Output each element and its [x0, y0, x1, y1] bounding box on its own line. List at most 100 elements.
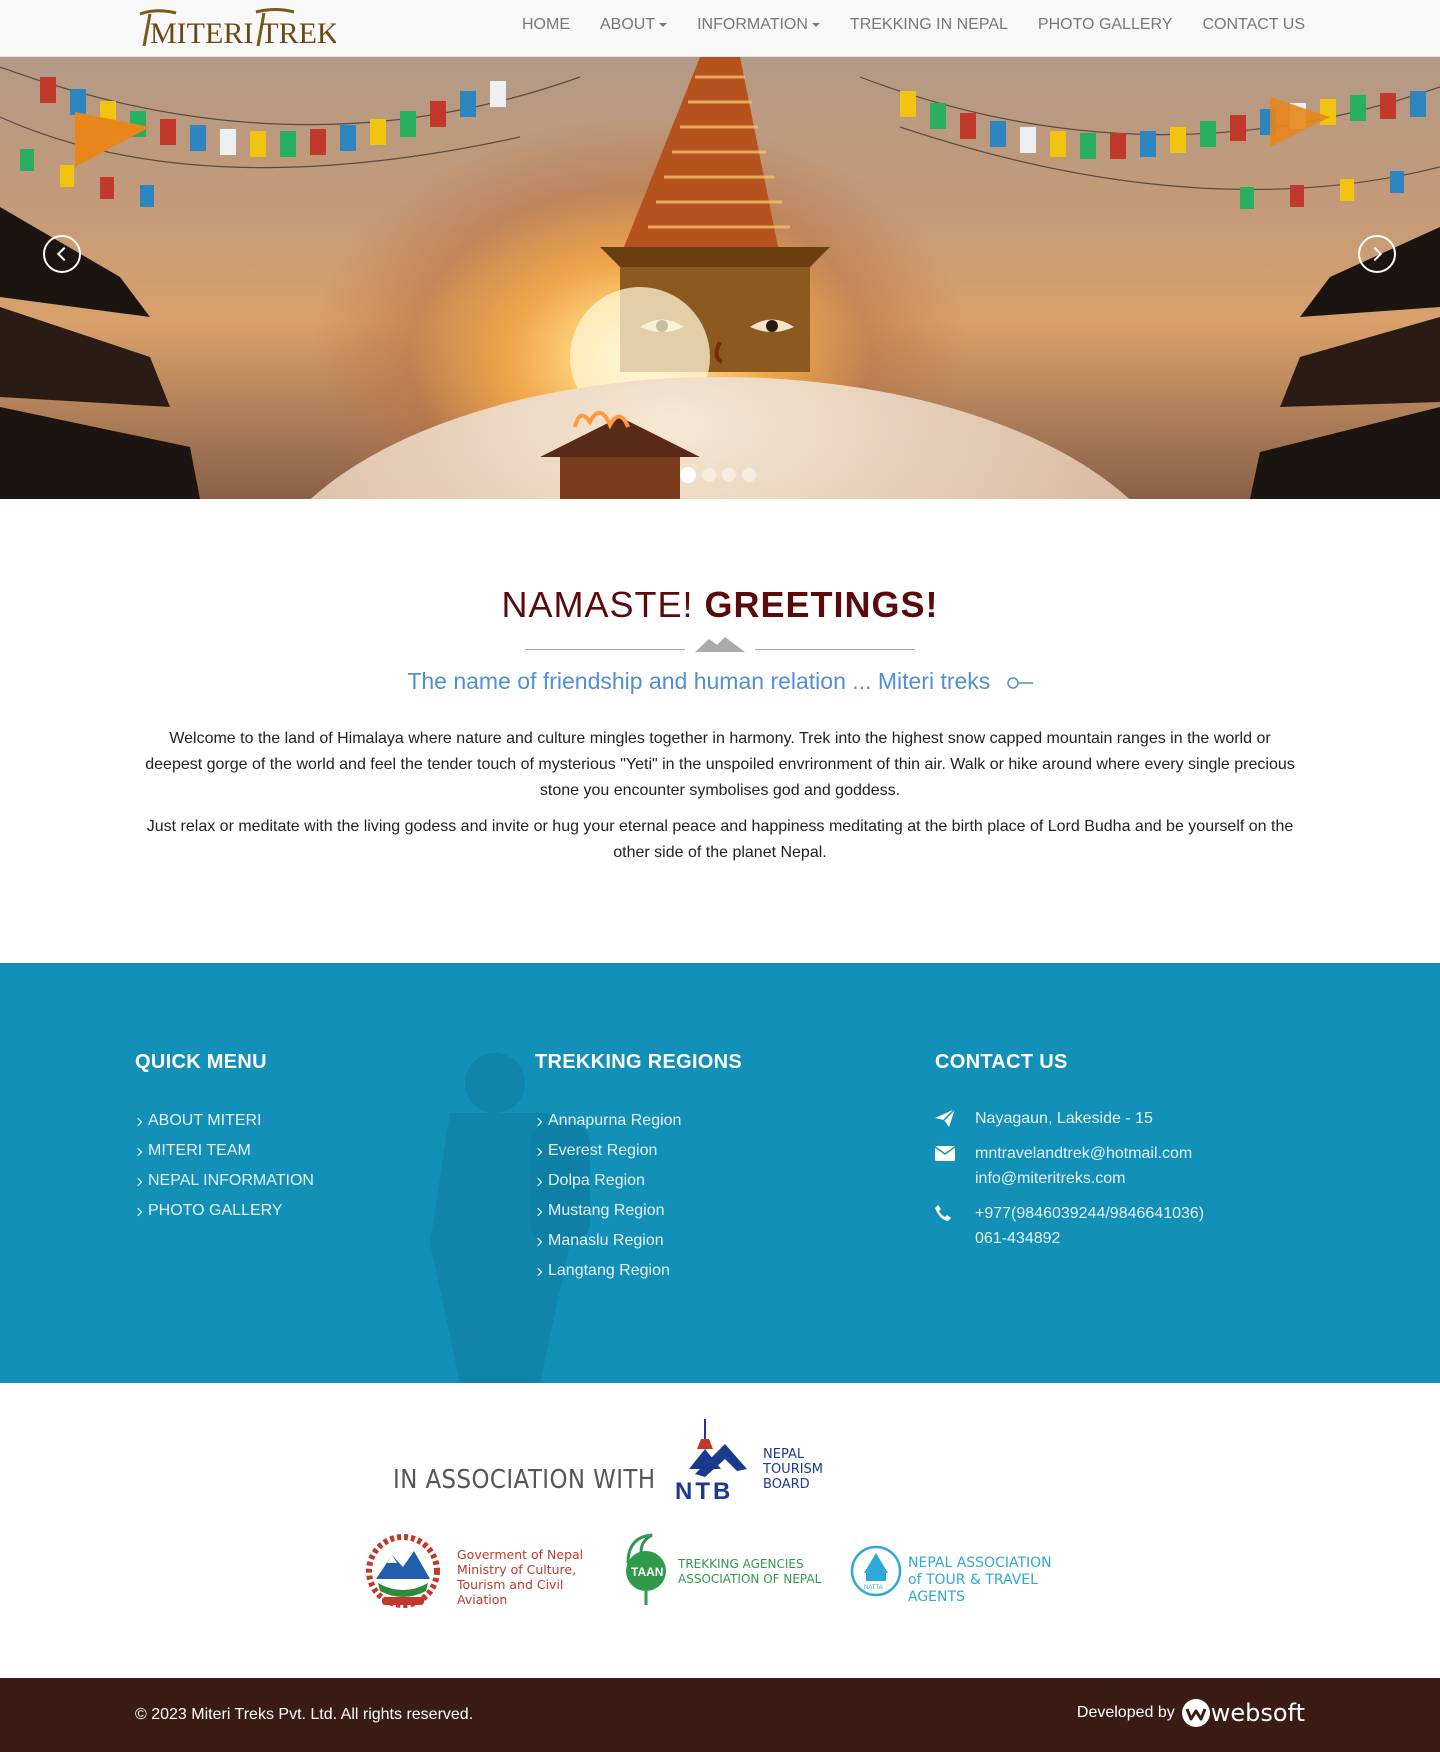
carousel-dot-2[interactable]	[702, 468, 716, 482]
logo-text: MITERI TREKS	[150, 17, 336, 50]
address-text: Nayagaun, Lakeside - 15	[975, 1110, 1153, 1127]
carousel-dot-1[interactable]	[680, 467, 696, 483]
region-link-manaslu[interactable]: Manaslu Region	[535, 1226, 742, 1256]
natta-caption: NEPAL ASSOCIATION of TOUR & TRAVEL AGENT…	[908, 1555, 1095, 1606]
phone-icon	[935, 1205, 951, 1221]
taan-emblem-icon: TAAN	[626, 1533, 666, 1605]
nav-trekking-in-nepal[interactable]: TREKKING IN NEPAL	[835, 0, 1023, 50]
association-title: IN ASSOCIATION WITH	[393, 1465, 656, 1495]
quick-link-nepal-info[interactable]: NEPAL INFORMATION	[135, 1166, 314, 1196]
welcome-title: NAMASTE! GREETINGS!	[135, 580, 1305, 630]
websoft-brand-text: websoft	[1210, 1699, 1305, 1727]
contact-title: CONTACT US	[935, 1051, 1068, 1073]
welcome-tagline: The name of friendship and human relatio…	[135, 666, 1305, 696]
taan-line-1: TREKKING AGENCIES	[678, 1557, 804, 1571]
nav-trekking-label: TREKKING IN NEPAL	[849, 16, 1008, 33]
nav-photo-gallery[interactable]: PHOTO GALLERY	[1023, 0, 1188, 50]
trekker-cursor-icon	[1006, 677, 1033, 689]
ntb-letters: NTB	[675, 1478, 733, 1501]
region-link-annapurna[interactable]: Annapurna Region	[535, 1106, 742, 1136]
regions-list: Annapurna Region Everest Region Dolpa Re…	[535, 1106, 742, 1286]
government-logo[interactable]: Goverment of Nepal Ministry of Culture, …	[362, 1533, 607, 1609]
divider-line-left	[525, 649, 685, 650]
websoft-logo-icon	[1181, 1699, 1210, 1727]
nav-contact-label: CONTACT US	[1202, 16, 1305, 33]
main-nav: HOME ABOUT INFORMATION TREKKING IN NEPAL…	[507, 0, 1305, 50]
nav-information[interactable]: INFORMATION	[682, 0, 835, 50]
contact-email: mntravelandtrek@hotmail.com info@miterit…	[935, 1141, 1204, 1191]
natta-line-2: of TOUR & TRAVEL AGENTS	[908, 1572, 1038, 1605]
trekking-regions-title: TREKKING REGIONS	[535, 1051, 743, 1073]
developer-credit: Developed by websoft	[1077, 1698, 1305, 1728]
region-link-langtang[interactable]: Langtang Region	[535, 1256, 742, 1286]
carousel-prev-button[interactable]	[43, 235, 81, 273]
phone-number-2[interactable]: 061-434892	[975, 1226, 1204, 1251]
intro-paragraph-1: Welcome to the land of Himalaya where na…	[145, 730, 1295, 799]
carousel-dot-3[interactable]	[722, 468, 736, 482]
nav-about-label: ABOUT	[599, 16, 656, 33]
websoft-link[interactable]: websoft	[1181, 1698, 1305, 1728]
chevron-left-icon	[56, 246, 72, 262]
nav-gallery-label: PHOTO GALLERY	[1037, 16, 1173, 33]
natta-emblem-icon: NATTA	[850, 1545, 902, 1597]
carousel-next-button[interactable]	[1358, 235, 1396, 273]
navbar: MITERI TREKS HOME ABOUT INFORMATION TREK…	[0, 0, 1440, 57]
quick-link-team[interactable]: MITERI TEAM	[135, 1136, 314, 1166]
intro-paragraph-2: Just relax or meditate with the living g…	[146, 818, 1294, 861]
email-link-2[interactable]: info@miteritreks.com	[975, 1166, 1192, 1191]
nav-about[interactable]: ABOUT	[585, 0, 682, 50]
ntb-line-2: TOURISM	[763, 1462, 824, 1477]
ntb-caption: NEPAL TOURISM BOARD	[763, 1447, 823, 1492]
chevron-right-icon	[1367, 246, 1383, 262]
developed-by-label: Developed by	[1076, 1704, 1175, 1721]
taan-caption: TREKKING AGENCIES ASSOCIATION OF NEPAL	[678, 1557, 821, 1587]
gov-line-1: Goverment of Nepal	[457, 1547, 584, 1562]
quick-menu-title: QUICK MENU	[135, 1051, 267, 1073]
quick-menu-list: ABOUT MITERI MITERI TEAM NEPAL INFORMATI…	[135, 1106, 314, 1226]
association-section: IN ASSOCIATION WITH NTB NEPAL TOURISM BO…	[0, 1383, 1440, 1678]
welcome-section: NAMASTE! GREETINGS! The name of friendsh…	[135, 580, 1305, 876]
nav-home-label: HOME	[521, 16, 570, 33]
contact-address: Nayagaun, Lakeside - 15	[935, 1106, 1204, 1131]
email-link-1[interactable]: mntravelandtrek@hotmail.com	[975, 1141, 1192, 1166]
gov-line-2: Ministry of Culture,	[457, 1562, 577, 1577]
gov-line-3: Tourism and Civil Aviation	[457, 1577, 564, 1607]
carousel-dot-4[interactable]	[742, 468, 756, 482]
quick-link-gallery[interactable]: PHOTO GALLERY	[135, 1196, 314, 1226]
copyright-text: © 2023 Miteri Treks Pvt. Ltd. All rights…	[135, 1706, 474, 1723]
taan-line-2: ASSOCIATION OF NEPAL	[678, 1572, 822, 1586]
phone-number-1[interactable]: +977(9846039244/9846641036)	[975, 1201, 1204, 1226]
gov-caption: Goverment of Nepal Ministry of Culture, …	[457, 1547, 607, 1607]
taan-badge: TAAN	[631, 1565, 663, 1579]
natta-logo[interactable]: NATTA NEPAL ASSOCIATION of TOUR & TRAVEL…	[850, 1543, 1095, 1605]
mountain-icon	[695, 637, 745, 652]
nav-home[interactable]: HOME	[507, 0, 585, 50]
contact-column: CONTACT US Nayagaun, Lakeside - 15 mntra…	[935, 1051, 1204, 1261]
site-logo[interactable]: MITERI TREKS	[136, 6, 336, 50]
welcome-intro: Welcome to the land of Himalaya where na…	[135, 726, 1305, 866]
divider-line-right	[755, 649, 915, 650]
taan-logo[interactable]: TAAN TREKKING AGENCIES ASSOCIATION OF NE…	[622, 1533, 822, 1609]
natta-badge: NATTA	[864, 1585, 883, 1591]
ntb-logo[interactable]: NTB NEPAL TOURISM BOARD	[675, 1419, 835, 1505]
paper-plane-icon	[935, 1109, 955, 1127]
ntb-line-1: NEPAL	[763, 1447, 805, 1462]
carousel-indicators	[680, 467, 756, 483]
nepal-emblem-icon	[366, 1534, 440, 1608]
region-link-everest[interactable]: Everest Region	[535, 1136, 742, 1166]
contact-phone: +977(9846039244/9846641036) 061-434892	[935, 1201, 1204, 1251]
region-link-mustang[interactable]: Mustang Region	[535, 1196, 742, 1226]
nav-contact-us[interactable]: CONTACT US	[1187, 0, 1305, 50]
envelope-icon	[935, 1145, 955, 1161]
region-link-dolpa[interactable]: Dolpa Region	[535, 1166, 742, 1196]
welcome-title-bold: GREETINGS!	[704, 584, 939, 625]
section-divider	[525, 636, 915, 658]
quick-menu-column: QUICK MENU ABOUT MITERI MITERI TEAM NEPA…	[135, 1051, 314, 1226]
ntb-line-3: BOARD	[763, 1477, 810, 1492]
logo-wordmark: MITERI TREKS	[139, 8, 336, 50]
natta-line-1: NEPAL ASSOCIATION	[908, 1555, 1052, 1571]
nav-information-label: INFORMATION	[697, 16, 808, 33]
quick-link-about[interactable]: ABOUT MITERI	[135, 1106, 314, 1136]
hero-carousel	[0, 57, 1440, 499]
footer-links: QUICK MENU ABOUT MITERI MITERI TEAM NEPA…	[0, 963, 1440, 1383]
